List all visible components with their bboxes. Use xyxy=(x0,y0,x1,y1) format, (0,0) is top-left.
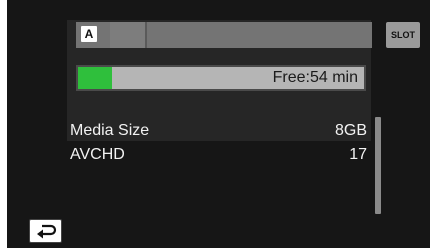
return-arrow-icon xyxy=(37,224,57,239)
avchd-label: AVCHD xyxy=(70,146,125,163)
slot-a-icon: A xyxy=(81,26,97,42)
scrollbar[interactable] xyxy=(375,117,381,214)
back-button[interactable] xyxy=(29,219,62,243)
slot-button[interactable]: SLOT xyxy=(386,22,420,48)
used-capacity-fill xyxy=(78,67,113,89)
media-size-label: Media Size xyxy=(70,122,150,139)
avchd-value: 17 xyxy=(349,146,367,163)
media-info-screen: A SLOT Free:54 min Media Size 8GB AVCHD … xyxy=(0,0,437,248)
media-size-value: 8GB xyxy=(334,122,367,139)
free-time-label: Free:54 min xyxy=(272,69,358,86)
slot-selection-box xyxy=(110,22,147,48)
remaining-capacity-bar: Free:54 min xyxy=(76,65,366,91)
